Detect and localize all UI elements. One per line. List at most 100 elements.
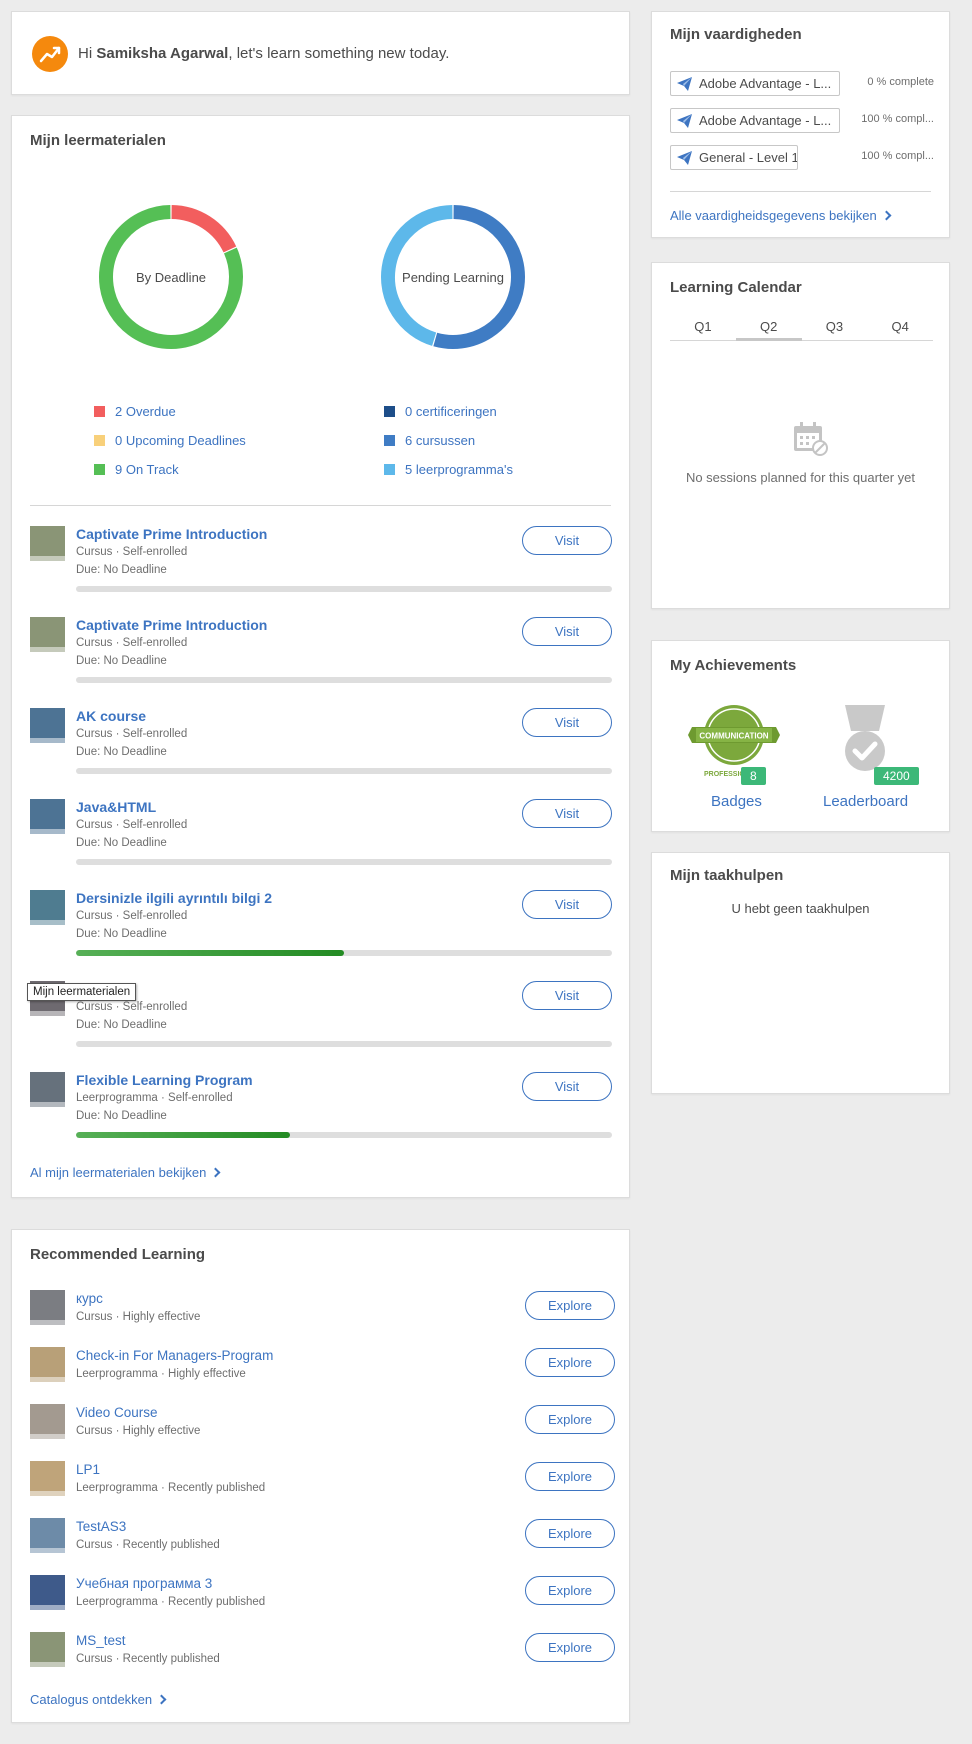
view-all-skills-label[interactable]: Alle vaardigheidsgegevens bekijken [670,208,877,223]
chevron-right-icon [156,1694,167,1705]
skill-row: Adobe Advantage - L... 100 % compl... [670,108,934,133]
recommended-item-title[interactable]: курс [76,1291,103,1306]
legend-courses[interactable]: 6 cursussen [384,426,513,455]
recommended-item-title[interactable]: Video Course [76,1405,158,1420]
legend-certifications-label[interactable]: 0 certificeringen [405,404,497,419]
learning-item-title[interactable]: AK course [76,708,146,724]
recommended-item-title[interactable]: MS_test [76,1633,126,1648]
recommended-item: курс Cursus · Highly effective Explore [30,1290,615,1335]
legend-upcoming[interactable]: 0 Upcoming Deadlines [94,426,246,455]
skill-percentage: 100 % compl... [861,150,934,162]
course-thumbnail[interactable] [30,890,65,925]
my-job-aids-card: Mijn taakhulpen U hebt geen taakhulpen [651,852,950,1094]
recommended-item-title[interactable]: TestAS3 [76,1519,126,1534]
legend-on-track-label[interactable]: 9 On Track [115,462,179,477]
legend-on-track[interactable]: 9 On Track [94,455,246,484]
learning-item-title[interactable]: Dersinizle ilgili ayrıntılı bilgi 2 [76,890,272,906]
visit-button[interactable]: Visit [522,708,612,737]
learning-item-meta: Cursus · Self-enrolled [76,546,188,558]
learning-item-title[interactable]: Flexible Learning Program [76,1072,253,1088]
course-thumbnail[interactable] [30,526,65,561]
skill-percentage: 0 % complete [867,76,934,88]
legend-overdue-label[interactable]: 2 Overdue [115,404,176,419]
skill-name[interactable]: General - Level 1 [699,150,797,165]
view-all-skills-link[interactable]: Alle vaardigheidsgegevens bekijken [670,208,892,223]
recommended-item-title[interactable]: Учебная программа 3 [76,1576,212,1591]
progress-bar [76,859,612,865]
view-all-materials-link[interactable]: Al mijn leermaterialen bekijken [30,1165,221,1180]
skill-pill[interactable]: General - Level 1 [670,145,798,170]
skill-name[interactable]: Adobe Advantage - L... [699,76,831,91]
learning-item-title[interactable]: Captivate Prime Introduction [76,526,267,542]
explore-button[interactable]: Explore [525,1291,615,1320]
explore-button[interactable]: Explore [525,1519,615,1548]
course-thumbnail[interactable] [30,617,65,652]
learning-item: Captivate Prime Introduction Cursus · Se… [30,617,613,708]
trend-up-icon [32,36,68,72]
deadline-donut-label: By Deadline [135,269,207,285]
legend-swatch [384,435,395,446]
course-thumbnail[interactable] [30,1575,65,1610]
divider [30,505,611,506]
visit-button[interactable]: Visit [522,526,612,555]
course-thumbnail[interactable] [30,708,65,743]
leaderboard-points: 4200 [874,767,919,785]
communication-badge-icon[interactable]: COMMUNICATION PROFESSIONAL [688,701,784,779]
explore-button[interactable]: Explore [525,1405,615,1434]
recommended-learning-title: Recommended Learning [30,1246,206,1263]
badges-count: 8 [741,767,766,785]
chevron-right-icon [881,210,892,221]
tab-q3[interactable]: Q3 [802,313,868,340]
tab-q2[interactable]: Q2 [735,313,802,341]
recommended-item-meta: Leerprogramma · Recently published [76,1596,266,1608]
explore-catalog-label[interactable]: Catalogus ontdekken [30,1692,152,1707]
tab-q1[interactable]: Q1 [670,313,736,340]
legend-courses-label[interactable]: 6 cursussen [405,433,475,448]
recommended-item-title[interactable]: LP1 [76,1462,100,1477]
legend-overdue[interactable]: 2 Overdue [94,397,246,426]
badges-link[interactable]: Badges [711,793,762,810]
learning-item-title[interactable]: Captivate Prime Introduction [76,617,267,633]
recommended-learning-card: Recommended Learning курс Cursus · Highl… [11,1229,630,1723]
course-thumbnail[interactable] [30,1404,65,1439]
deadline-donut-chart[interactable]: By Deadline [90,196,252,358]
leaderboard-link[interactable]: Leaderboard [823,793,908,810]
progress-fill [76,950,344,956]
recommended-item-title[interactable]: Check-in For Managers-Program [76,1348,273,1363]
deadline-legend: 2 Overdue 0 Upcoming Deadlines 9 On Trac… [94,397,246,484]
skill-pill[interactable]: Adobe Advantage - L... [670,108,840,133]
legend-upcoming-label[interactable]: 0 Upcoming Deadlines [115,433,246,448]
skill-pill[interactable]: Adobe Advantage - L... [670,71,840,96]
pending-donut-chart[interactable]: Pending Learning [372,196,534,358]
progress-bar [76,1132,612,1138]
legend-programs-label[interactable]: 5 leerprogramma's [405,462,513,477]
explore-button[interactable]: Explore [525,1633,615,1662]
legend-swatch [94,435,105,446]
course-thumbnail[interactable] [30,1347,65,1382]
visit-button[interactable]: Visit [522,890,612,919]
legend-programs[interactable]: 5 leerprogramma's [384,455,513,484]
visit-button[interactable]: Visit [522,799,612,828]
explore-button[interactable]: Explore [525,1462,615,1491]
view-all-materials-label[interactable]: Al mijn leermaterialen bekijken [30,1165,206,1180]
tab-q4[interactable]: Q4 [867,313,933,340]
legend-certifications[interactable]: 0 certificeringen [384,397,513,426]
course-thumbnail[interactable] [30,799,65,834]
legend-swatch [384,406,395,417]
learning-item-title[interactable]: Java&HTML [76,799,156,815]
user-name: Samiksha Agarwal [96,45,229,62]
explore-button[interactable]: Explore [525,1348,615,1377]
visit-button[interactable]: Visit [522,617,612,646]
course-thumbnail[interactable] [30,1632,65,1667]
visit-button[interactable]: Visit [522,1072,612,1101]
course-thumbnail[interactable] [30,1461,65,1496]
explore-button[interactable]: Explore [525,1576,615,1605]
course-thumbnail[interactable] [30,1518,65,1553]
skill-name[interactable]: Adobe Advantage - L... [699,113,831,128]
explore-catalog-link[interactable]: Catalogus ontdekken [30,1692,167,1707]
learning-item-meta: Cursus · Self-enrolled [76,819,188,831]
course-thumbnail[interactable] [30,1290,65,1325]
visit-button[interactable]: Visit [522,981,612,1010]
learning-item-due: Due: No Deadline [76,1019,167,1031]
course-thumbnail[interactable] [30,1072,65,1107]
